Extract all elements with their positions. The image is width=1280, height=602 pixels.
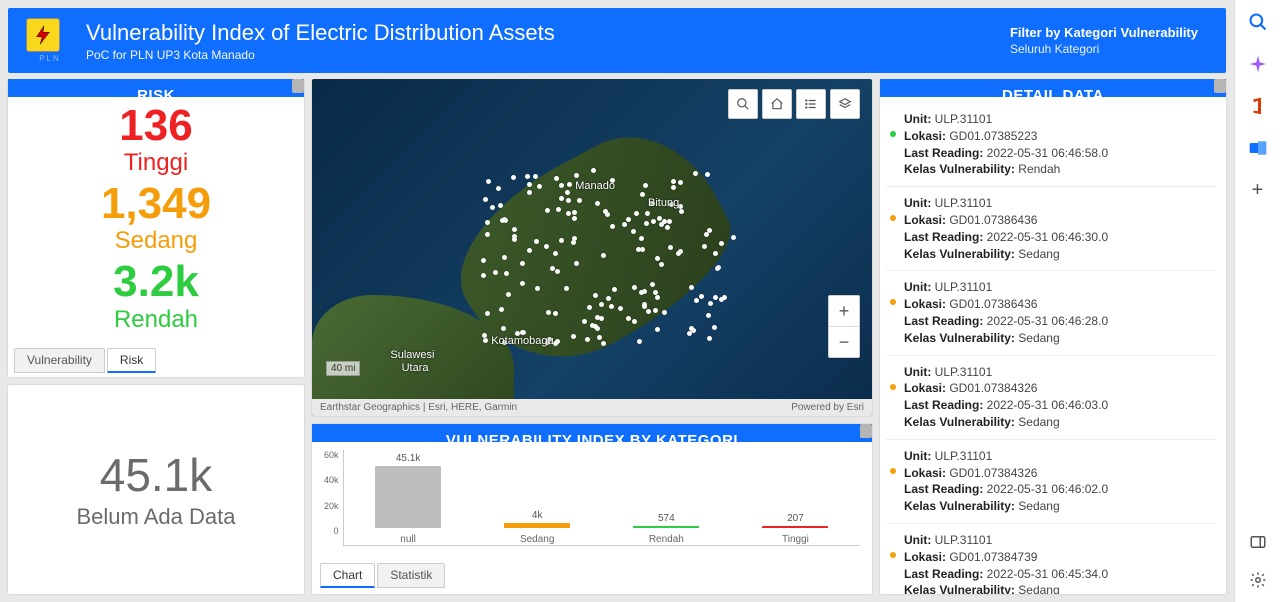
chart-card: VULNERABILITY INDEX BY KATEGORI 60k 40k 20…: [312, 424, 872, 594]
detail-card: DETAIL DATA Unit: ULP.31101Lokasi: GD01.…: [880, 79, 1226, 594]
pln-logo: [26, 18, 60, 52]
bar-group[interactable]: 4k Sedang: [473, 510, 602, 545]
bar-value: 45.1k: [396, 453, 420, 464]
risk-title: RISK: [8, 79, 304, 97]
status-dot: [890, 299, 896, 305]
map-search-button[interactable]: [728, 89, 758, 119]
risk-card: RISK 136Tinggi 1,349Sedang 3.2kRendah Vuln…: [8, 79, 304, 377]
map-legend-button[interactable]: [796, 89, 826, 119]
rail-panel-icon[interactable]: [1246, 530, 1270, 554]
tab-chart[interactable]: Chart: [320, 563, 375, 588]
bar-rect: [375, 466, 441, 528]
zoom-in-button[interactable]: +: [829, 296, 859, 326]
bar-value: 207: [787, 513, 804, 524]
bar-group[interactable]: 207 Tinggi: [731, 513, 860, 545]
bar-rect: [762, 526, 828, 528]
rail-office-icon[interactable]: [1246, 94, 1270, 118]
nodata-label: Belum Ada Data: [77, 504, 236, 530]
bar-category: Sedang: [520, 534, 554, 545]
detail-item[interactable]: Unit: ULP.31101Lokasi: GD01.07384739Last…: [886, 524, 1216, 594]
status-dot: [890, 131, 896, 137]
map-card[interactable]: Manado Bitung Kotamobagu Sulawesi Utara …: [312, 79, 872, 416]
rail-sparkle-icon[interactable]: [1246, 52, 1270, 76]
map-attribution: Earthstar Geographics | Esri, HERE, Garm…: [312, 399, 872, 416]
page-title: Vulnerability Index of Electric Distribu…: [86, 20, 555, 46]
tab-statistik[interactable]: Statistik: [377, 563, 445, 588]
status-dot: [890, 384, 896, 390]
nodata-value: 45.1k: [100, 448, 213, 502]
bar-group[interactable]: 45.1k null: [344, 453, 473, 545]
bar-value: 4k: [532, 510, 543, 521]
scroll-handle[interactable]: [1214, 79, 1226, 93]
rail-add-icon[interactable]: +: [1246, 178, 1270, 202]
city-label: Kotamobagu: [491, 335, 553, 347]
ytick: 60k: [324, 450, 339, 460]
detail-item[interactable]: Unit: ULP.31101Lokasi: GD01.07386436Last…: [886, 271, 1216, 355]
tab-vulnerability[interactable]: Vulnerability: [14, 348, 105, 373]
tab-risk[interactable]: Risk: [107, 348, 156, 373]
map-scale: 40 mi: [326, 361, 360, 376]
rail-outlook-icon[interactable]: [1246, 136, 1270, 160]
city-label: Bitung: [648, 197, 679, 209]
risk-value: 136: [8, 103, 304, 149]
status-dot: [890, 552, 896, 558]
risk-label: Rendah: [8, 306, 304, 334]
bar-rect: [633, 526, 699, 528]
page-subtitle: PoC for PLN UP3 Kota Manado: [86, 48, 555, 62]
ytick: 40k: [324, 475, 339, 485]
logo-text: PLN: [39, 54, 61, 63]
bar-value: 574: [658, 513, 675, 524]
nodata-card: 45.1k Belum Ada Data: [8, 385, 304, 594]
scroll-handle[interactable]: [292, 79, 304, 93]
rail-settings-icon[interactable]: [1246, 568, 1270, 592]
risk-value: 3.2k: [8, 259, 304, 305]
detail-item[interactable]: Unit: ULP.31101Lokasi: GD01.07384326Last…: [886, 356, 1216, 440]
ytick: 20k: [324, 501, 339, 511]
ytick: 0: [324, 526, 339, 536]
rail-search-icon[interactable]: [1246, 10, 1270, 34]
city-label: Manado: [575, 180, 615, 192]
attrib-left: Earthstar Geographics | Esri, HERE, Garm…: [320, 402, 517, 413]
city-label: Utara: [402, 362, 429, 374]
zoom-out-button[interactable]: −: [829, 327, 859, 357]
detail-title: DETAIL DATA: [880, 79, 1226, 97]
detail-item[interactable]: Unit: ULP.31101Lokasi: GD01.07385223Last…: [886, 103, 1216, 187]
map-points: [480, 167, 732, 342]
city-label: Sulawesi: [390, 349, 434, 361]
filter-label: Filter by Kategori Vulnerability: [1010, 25, 1198, 40]
bar-rect: [504, 523, 570, 528]
filter-dropdown[interactable]: Filter by Kategori Vulnerability Seluruh…: [1010, 25, 1208, 56]
map-home-button[interactable]: [762, 89, 792, 119]
scroll-handle[interactable]: [860, 424, 872, 438]
risk-label: Sedang: [8, 227, 304, 255]
map-layers-button[interactable]: [830, 89, 860, 119]
status-dot: [890, 215, 896, 221]
app-rail: +: [1234, 0, 1280, 602]
header: PLN Vulnerability Index of Electric Dist…: [8, 8, 1226, 73]
bar-category: null: [400, 534, 416, 545]
status-dot: [890, 468, 896, 474]
risk-value: 1,349: [8, 181, 304, 227]
attrib-right: Powered by Esri: [791, 402, 864, 413]
chart-title: VULNERABILITY INDEX BY KATEGORI: [312, 424, 872, 442]
risk-label: Tinggi: [8, 149, 304, 177]
bar-category: Tinggi: [782, 534, 809, 545]
detail-item[interactable]: Unit: ULP.31101Lokasi: GD01.07384326Last…: [886, 440, 1216, 524]
detail-item[interactable]: Unit: ULP.31101Lokasi: GD01.07386436Last…: [886, 187, 1216, 271]
bar-group[interactable]: 574 Rendah: [602, 513, 731, 545]
bar-category: Rendah: [649, 534, 684, 545]
filter-value: Seluruh Kategori: [1010, 42, 1198, 56]
